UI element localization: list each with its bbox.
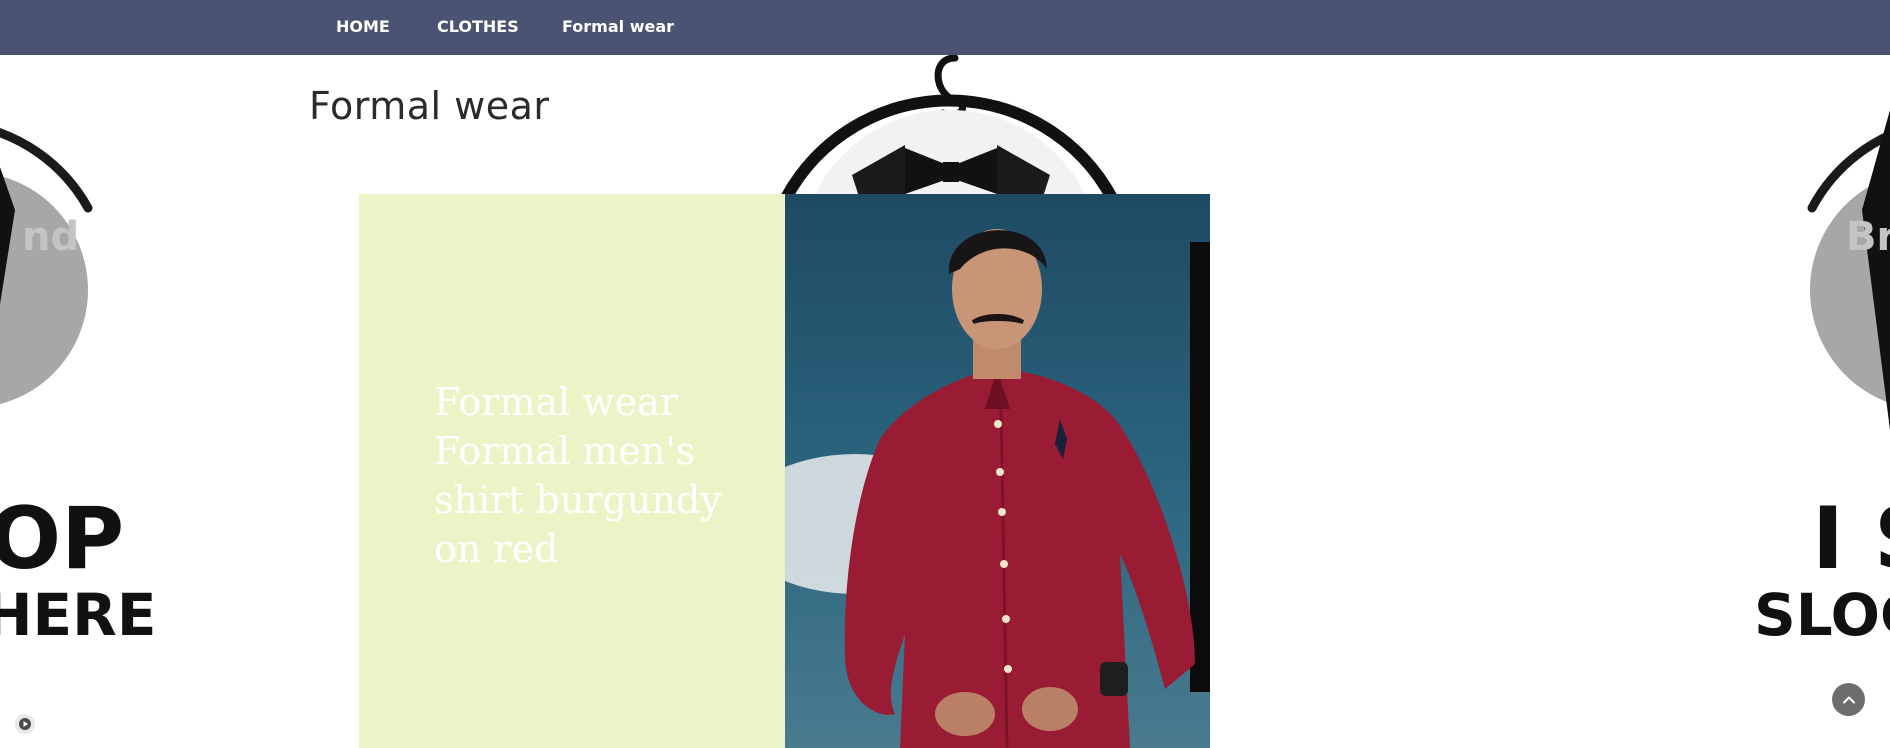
top-nav-bar: HOME CLOTHES Formal wear	[0, 0, 1890, 55]
cookie-settings-button[interactable]	[15, 714, 35, 734]
left-logo-line2: HERE	[0, 581, 156, 649]
nav-item-formal-wear[interactable]: Formal wear	[562, 17, 674, 36]
left-logo-line1: OP	[0, 489, 124, 589]
right-logo-line2: SLOG	[1754, 581, 1890, 649]
chevron-up-icon	[1842, 696, 1855, 703]
product-card[interactable]: Formal wear Formal men's shirt burgundy …	[359, 194, 1210, 748]
nav-item-home[interactable]: HOME	[336, 17, 390, 36]
card-caption-panel: Formal wear Formal men's shirt burgundy …	[359, 194, 785, 748]
left-logo: nd OP HERE	[0, 128, 156, 649]
page-title: Formal wear	[309, 84, 550, 128]
product-photo-image	[785, 194, 1210, 748]
card-caption: Formal wear Formal men's shirt burgundy …	[434, 380, 722, 571]
right-logo: Br I S SLOG	[1754, 110, 1890, 649]
product-photo[interactable]	[785, 194, 1210, 748]
right-logo-line1: I S	[1812, 489, 1890, 589]
nav-item-clothes[interactable]: CLOTHES	[437, 17, 519, 36]
left-logo-watermark: nd	[22, 214, 79, 260]
play-icon	[19, 718, 31, 730]
right-logo-watermark: Br	[1846, 214, 1890, 260]
back-to-top-button[interactable]	[1832, 683, 1865, 716]
